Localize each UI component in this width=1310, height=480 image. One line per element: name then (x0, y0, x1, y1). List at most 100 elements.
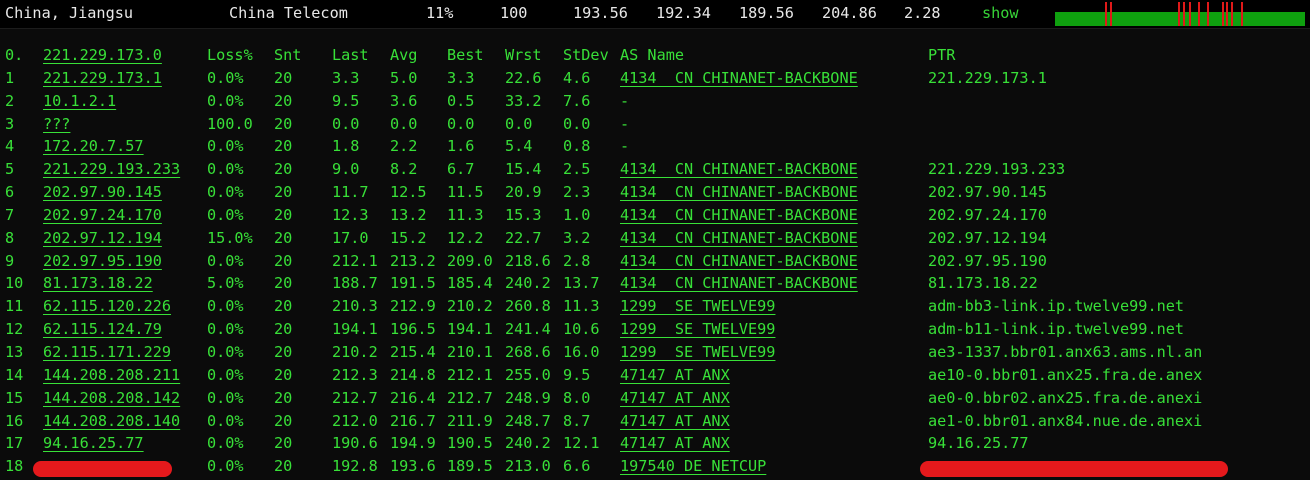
hop-host[interactable]: 81.173.18.22 (43, 274, 153, 292)
hop-snt: 20 (274, 160, 293, 179)
hop-host[interactable]: 144.208.208.140 (43, 412, 180, 430)
hop-avg: 8.2 (390, 160, 418, 179)
hop-snt: 20 (274, 388, 293, 407)
hop-host[interactable]: 144.208.208.211 (43, 366, 180, 384)
col-stdev: StDev (563, 46, 609, 64)
hop-loss: 15.0% (207, 228, 253, 247)
hop-loss: 0.0% (207, 434, 244, 453)
hop-best: 194.1 (447, 320, 493, 339)
hop-as-name[interactable]: 1299 SE TWELVE99 (620, 320, 775, 338)
hop-ptr: ae10-0.bbr01.anx25.fra.de.anex (928, 365, 1203, 384)
hop-as-name[interactable]: 4134 CN CHINANET-BACKBONE (620, 252, 858, 270)
hop-as-name[interactable]: 1299 SE TWELVE99 (620, 343, 775, 361)
hop-ptr: 94.16.25.77 (928, 434, 1029, 453)
hop-snt: 20 (274, 251, 293, 270)
hop-ptr: 202.97.95.190 (928, 251, 1047, 270)
hop-snt: 20 (274, 342, 293, 361)
hop-wrst: 218.6 (505, 251, 551, 270)
col-ptr: PTR (928, 46, 956, 64)
table-row: 13 62.115.171.229 0.0% 20 210.2 215.4 210.1 268… (0, 343, 1310, 366)
hop-stdev: 16.0 (563, 342, 600, 361)
hop-stdev: 0.0 (563, 114, 591, 133)
hop-as-name[interactable]: 197540 DE NETCUP (620, 457, 766, 475)
hop-wrst: 241.4 (505, 320, 551, 339)
hop-host[interactable]: 62.115.120.226 (43, 297, 171, 315)
hop-best: 185.4 (447, 274, 493, 293)
col-last: Last (332, 46, 369, 64)
hop-ptr: ae0-0.bbr02.anx25.fra.de.anexi (928, 388, 1203, 407)
table-row: 1 221.229.173.1 0.0% 20 3.3 5.0 3.3 22.6 4.6 4134… (0, 69, 1310, 92)
hop-as-name[interactable]: 4134 CN CHINANET-BACKBONE (620, 160, 858, 178)
latency-mini-graph (1055, 2, 1305, 26)
hop-host[interactable]: 202.97.90.145 (43, 183, 162, 201)
hop-wrst: 255.0 (505, 365, 551, 384)
hop-avg: 214.8 (390, 365, 436, 384)
hop-ptr: ae1-0.bbr01.anx84.nue.de.anexi (928, 411, 1203, 430)
hop-last: 17.0 (332, 228, 369, 247)
hop-host[interactable]: 221.229.173.1 (43, 69, 162, 87)
hop-stdev: 1.0 (563, 205, 591, 224)
hop-host[interactable]: 10.1.2.1 (43, 92, 116, 110)
col-wrst: Wrst (505, 46, 542, 64)
hop-host[interactable]: 221.229.193.233 (43, 160, 180, 178)
hop-as-name[interactable]: 47147 AT ANX (620, 366, 730, 384)
hop-loss: 0.0% (207, 91, 244, 110)
col-target-host[interactable]: 221.229.173.0 (43, 46, 162, 64)
summary-worst: 204.86 (822, 4, 877, 22)
hop-last: 210.3 (332, 297, 378, 316)
hop-best: 11.3 (447, 205, 484, 224)
hop-host[interactable]: 202.97.95.190 (43, 252, 162, 270)
hop-host[interactable]: 202.97.12.194 (43, 229, 162, 247)
hop-loss: 0.0% (207, 365, 244, 384)
hop-host[interactable]: 62.115.171.229 (43, 343, 171, 361)
hop-index: 12 (5, 320, 24, 339)
hop-best: 11.5 (447, 183, 484, 202)
summary-loss: 11% (426, 4, 454, 22)
redacted-ptr-mark (920, 461, 1228, 478)
hop-as-name[interactable]: 4134 CN CHINANET-BACKBONE (620, 274, 858, 292)
hop-index: 14 (5, 365, 24, 384)
hop-as-name[interactable]: 4134 CN CHINANET-BACKBONE (620, 69, 858, 87)
hop-loss: 0.0% (207, 297, 244, 316)
hop-host[interactable]: ??? (43, 115, 70, 133)
graph-spike (1231, 2, 1233, 26)
hop-host[interactable]: 94.16.25.77 (43, 434, 144, 452)
hop-as-name[interactable]: 47147 AT ANX (620, 434, 730, 452)
table-row: 5 221.229.193.233 0.0% 20 9.0 8.2 6.7 15.4 2.5 41… (0, 160, 1310, 183)
hop-last: 210.2 (332, 342, 378, 361)
table-row: 17 94.16.25.77 0.0% 20 190.6 194.9 190.5 240.2 1… (0, 434, 1310, 457)
hop-host[interactable]: 172.20.7.57 (43, 137, 144, 155)
hop-host[interactable]: 62.115.124.79 (43, 320, 162, 338)
hop-host[interactable]: 144.208.208.142 (43, 389, 180, 407)
hop-as-name[interactable]: 4134 CN CHINANET-BACKBONE (620, 183, 858, 201)
hop-last: 9.5 (332, 91, 360, 110)
hop-ptr: 221.229.193.233 (928, 160, 1066, 179)
hop-as-name[interactable]: 47147 AT ANX (620, 412, 730, 430)
hop-stdev: 8.7 (563, 411, 591, 430)
hop-last: 190.6 (332, 434, 378, 453)
hop-as-name: - (620, 114, 630, 133)
hop-loss: 0.0% (207, 251, 244, 270)
hop-as-name[interactable]: 47147 AT ANX (620, 389, 730, 407)
hop-best: 209.0 (447, 251, 493, 270)
table-row: 12 62.115.124.79 0.0% 20 194.1 196.5 194.1 241.… (0, 320, 1310, 343)
show-link[interactable]: show (982, 4, 1019, 22)
hop-stdev: 12.1 (563, 434, 600, 453)
hop-stdev: 3.2 (563, 228, 591, 247)
hop-best: 0.0 (447, 114, 475, 133)
hop-ptr: ae3-1337.bbr01.anx63.ams.nl.an (928, 342, 1203, 361)
hop-as-name[interactable]: 4134 CN CHINANET-BACKBONE (620, 206, 858, 224)
hop-avg: 13.2 (390, 205, 427, 224)
hop-as-name[interactable]: 4134 CN CHINANET-BACKBONE (620, 229, 858, 247)
hop-best: 190.5 (447, 434, 493, 453)
hop-avg: 216.4 (390, 388, 436, 407)
hop-wrst: 15.3 (505, 205, 542, 224)
hop-wrst: 268.6 (505, 342, 551, 361)
hop-as-name[interactable]: 1299 SE TWELVE99 (620, 297, 775, 315)
hop-host[interactable]: 202.97.24.170 (43, 206, 162, 224)
hop-ptr: adm-bb3-link.ip.twelve99.net (928, 297, 1185, 316)
hop-best: 6.7 (447, 160, 475, 179)
hop-index: 6 (5, 183, 15, 202)
hop-index: 15 (5, 388, 24, 407)
summary-sent: 100 (500, 4, 528, 22)
